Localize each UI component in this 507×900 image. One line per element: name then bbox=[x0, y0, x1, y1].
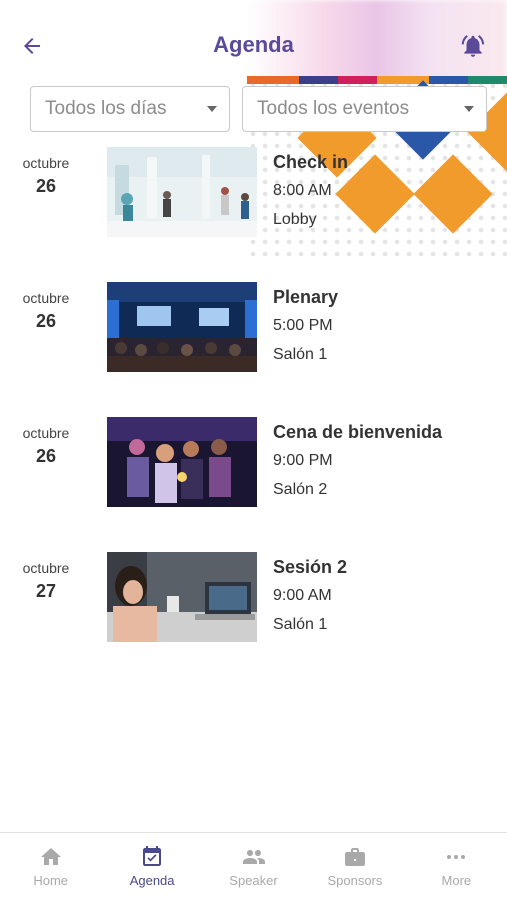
event-info: Plenary 5:00 PM Salón 1 bbox=[273, 287, 338, 364]
event-location: Salón 1 bbox=[273, 616, 328, 633]
conference-hall-photo bbox=[107, 282, 257, 372]
tab-label: More bbox=[441, 873, 472, 888]
party-photo bbox=[107, 417, 257, 507]
calendar-icon bbox=[139, 845, 165, 869]
event-day: 26 bbox=[35, 176, 57, 196]
event-date: octubre 27 bbox=[8, 552, 84, 602]
tab-home[interactable]: Home bbox=[0, 833, 101, 900]
bell-icon bbox=[460, 33, 486, 59]
events-filter-value: Todos los eventos bbox=[257, 98, 410, 119]
event-info: Cena de bienvenida 9:00 PM Salón 2 bbox=[273, 422, 442, 499]
tab-more[interactable]: More bbox=[406, 833, 507, 900]
event-location: Salón 1 bbox=[273, 346, 328, 363]
app-header: Agenda bbox=[0, 0, 507, 88]
chevron-down-icon bbox=[464, 106, 474, 112]
notifications-button[interactable] bbox=[457, 30, 489, 62]
event-date: octubre 26 bbox=[8, 417, 84, 467]
briefcase-icon bbox=[342, 845, 368, 869]
people-icon bbox=[239, 845, 269, 869]
laptop-meeting-photo bbox=[107, 552, 257, 642]
event-day: 26 bbox=[35, 311, 57, 331]
event-time: 9:00 PM bbox=[273, 452, 333, 469]
event-day: 26 bbox=[35, 446, 57, 466]
event-title: Sesión 2 bbox=[273, 557, 348, 577]
tab-label: Agenda bbox=[129, 873, 175, 888]
agenda-item[interactable]: octubre 26 Check in 8:00 AM Lobby bbox=[0, 147, 507, 239]
home-icon bbox=[38, 845, 64, 869]
event-month: octubre bbox=[22, 560, 70, 576]
tab-speaker[interactable]: Speaker bbox=[203, 833, 304, 900]
event-location: Salón 2 bbox=[273, 481, 328, 498]
event-info: Sesión 2 9:00 AM Salón 1 bbox=[273, 557, 347, 634]
events-filter-select[interactable]: Todos los eventos bbox=[242, 86, 487, 132]
event-time: 8:00 AM bbox=[273, 182, 332, 199]
event-date: octubre 26 bbox=[8, 147, 84, 197]
more-icon bbox=[443, 845, 469, 869]
event-title: Check in bbox=[273, 152, 349, 172]
days-filter-value: Todos los días bbox=[45, 98, 167, 119]
days-filter-select[interactable]: Todos los días bbox=[30, 86, 230, 132]
agenda-item[interactable]: octubre 26 Plenary 5:00 PM Salón 1 bbox=[0, 282, 507, 374]
event-month: octubre bbox=[22, 155, 70, 171]
lobby-photo bbox=[107, 147, 257, 237]
page-title: Agenda bbox=[213, 32, 294, 57]
event-time: 9:00 AM bbox=[273, 587, 332, 604]
filter-bar: Todos los días Todos los eventos bbox=[30, 86, 490, 132]
tab-sponsors[interactable]: Sponsors bbox=[304, 833, 405, 900]
agenda-item[interactable]: octubre 26 Cena de bienvenida 9:00 PM Sa… bbox=[0, 417, 507, 509]
agenda-item[interactable]: octubre 27 Sesión 2 9:00 AM Salón 1 bbox=[0, 552, 507, 644]
tab-label: Speaker bbox=[229, 873, 278, 888]
tab-label: Sponsors bbox=[327, 873, 383, 888]
event-month: octubre bbox=[22, 425, 70, 441]
bottom-tab-bar: Home Agenda Speaker Sponsors More bbox=[0, 832, 507, 900]
event-day: 27 bbox=[35, 581, 57, 601]
event-time: 5:00 PM bbox=[273, 317, 333, 334]
event-month: octubre bbox=[22, 290, 70, 306]
event-title: Plenary bbox=[273, 287, 339, 307]
event-title: Cena de bienvenida bbox=[273, 422, 443, 442]
tab-agenda[interactable]: Agenda bbox=[101, 833, 202, 900]
tab-label: Home bbox=[33, 873, 69, 888]
chevron-down-icon bbox=[207, 106, 217, 112]
event-info: Check in 8:00 AM Lobby bbox=[273, 152, 348, 229]
event-date: octubre 26 bbox=[8, 282, 84, 332]
event-location: Lobby bbox=[273, 211, 317, 228]
